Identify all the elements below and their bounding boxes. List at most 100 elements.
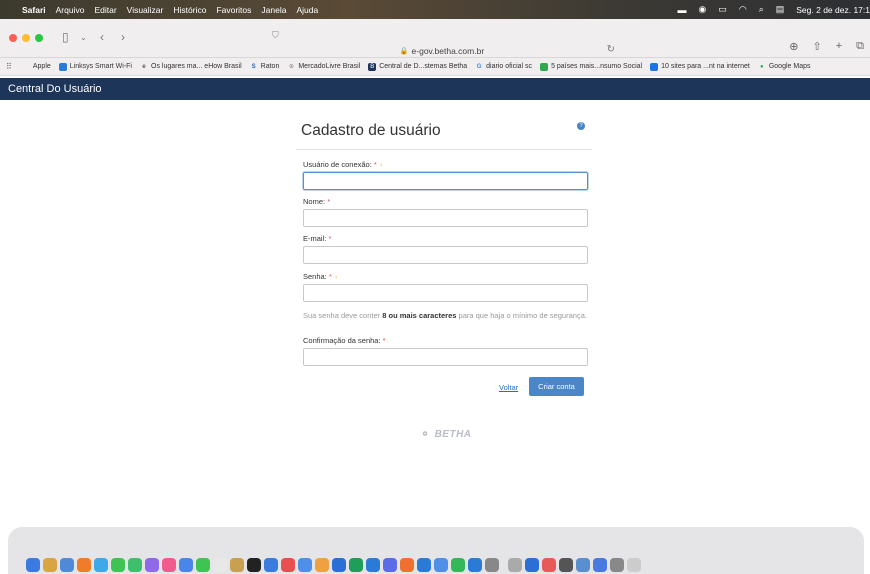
menu-clock[interactable]: Seg. 2 de dez. 17:1: [796, 5, 870, 15]
zoom-window-button[interactable]: [35, 34, 43, 42]
bookmark-item[interactable]: Linksys Smart Wi-Fi: [58, 62, 132, 71]
dock-app-icon[interactable]: [179, 558, 193, 572]
bookmark-item[interactable]: ● Google Maps: [758, 63, 810, 71]
dock-app-icon[interactable]: [298, 558, 312, 572]
forward-icon[interactable]: ›: [121, 30, 125, 44]
ehow-icon: e: [142, 63, 146, 70]
nome-input[interactable]: [303, 209, 588, 227]
menu-visualizar[interactable]: Visualizar: [127, 5, 164, 15]
bookmark-item[interactable]: e Os lugares ma... eHow Brasil: [140, 63, 241, 71]
menu-editar[interactable]: Editar: [94, 5, 116, 15]
menu-favoritos[interactable]: Favoritos: [216, 5, 251, 15]
dock-app-icon[interactable]: [349, 558, 363, 572]
dock-app-icon[interactable]: [162, 558, 176, 572]
notification-icon[interactable]: ▤: [776, 4, 785, 15]
dock-app-icon[interactable]: [60, 558, 74, 572]
tab-overview-icon[interactable]: ⧉: [856, 40, 864, 53]
dock-app-icon[interactable]: [94, 558, 108, 572]
dock-app-icon[interactable]: [128, 558, 142, 572]
dock-app-icon[interactable]: [196, 558, 210, 572]
control-center-icon[interactable]: ▬: [677, 5, 686, 15]
share-icon[interactable]: ⇧: [812, 40, 821, 53]
bookmark-item[interactable]: Gdiario oficial sc: [475, 63, 532, 71]
bookmark-item[interactable]: S Raton: [250, 63, 280, 71]
bookmarks-grid-icon[interactable]: ⠿: [6, 62, 12, 71]
chevron-down-icon[interactable]: ⌄: [80, 33, 87, 42]
usuario-input[interactable]: [303, 172, 588, 190]
bookmarks-bar: ⠿ Apple Linksys Smart Wi-Fi e Os lugares …: [0, 58, 870, 76]
voltar-link[interactable]: Voltar: [499, 383, 518, 392]
dock-app-icon[interactable]: [43, 558, 57, 572]
download-icon[interactable]: ⊕: [789, 40, 798, 53]
raton-icon: S: [251, 63, 256, 70]
back-icon[interactable]: ‹: [100, 30, 104, 44]
url-text: e-gov.betha.com.br: [411, 46, 485, 56]
address-bar[interactable]: 🔒 e-gov.betha.com.br ↻: [257, 38, 627, 56]
dock-app-icon[interactable]: [264, 558, 278, 572]
menu-janela[interactable]: Janela: [261, 5, 286, 15]
dock-app-icon[interactable]: [434, 558, 448, 572]
dock-app-icon[interactable]: [508, 558, 522, 572]
dock-app-icon[interactable]: [468, 558, 482, 572]
dock-app-icon[interactable]: [332, 558, 346, 572]
bookmark-item[interactable]: 10 sites para ...nt na internet: [650, 62, 750, 71]
bookmark-item[interactable]: B Central de D...stemas Betha: [368, 62, 467, 71]
dock-app-icon[interactable]: [542, 558, 556, 572]
site-title[interactable]: Central Do Usuário: [8, 83, 102, 95]
form-title: Cadastro de usuário: [301, 122, 441, 139]
key-icon: ♀: [333, 275, 339, 281]
dock-app-icon[interactable]: [525, 558, 539, 572]
dock-app-icon[interactable]: [559, 558, 573, 572]
help-icon[interactable]: ?: [577, 122, 585, 130]
lock-icon: 🔒: [399, 48, 409, 55]
macos-menu-bar: Safari Arquivo Editar Visualizar Históri…: [0, 0, 870, 19]
criar-conta-button[interactable]: Criar conta: [529, 377, 584, 396]
reload-icon[interactable]: ↻: [607, 44, 615, 55]
toolbar-right-actions: ⊕ ⇧ + ⧉: [789, 40, 864, 53]
apple-logo-icon: [22, 63, 30, 71]
battery-icon[interactable]: ▭: [718, 4, 727, 15]
dock-app-icon[interactable]: [400, 558, 414, 572]
dock-app-icon[interactable]: [247, 558, 261, 572]
dock-app-icon[interactable]: [485, 558, 499, 572]
confirmacao-input[interactable]: [303, 348, 588, 366]
menu-historico[interactable]: Histórico: [173, 5, 206, 15]
safari-toolbar: ▯ ⌄ ‹ › ⛉ 🔒 e-gov.betha.com.br ↻ ⊕ ⇧ + ⧉: [0, 19, 870, 58]
dock-app-icon[interactable]: [315, 558, 329, 572]
menu-arquivo[interactable]: Arquivo: [56, 5, 85, 15]
dock-app-icon[interactable]: [417, 558, 431, 572]
dock-app-icon[interactable]: [111, 558, 125, 572]
senha-label: Senha: * ♀: [303, 272, 339, 281]
minimize-window-button[interactable]: [22, 34, 30, 42]
dock-app-icon[interactable]: [576, 558, 590, 572]
dock-app-icon[interactable]: [26, 558, 40, 572]
dock-app-icon[interactable]: [281, 558, 295, 572]
menu-ajuda[interactable]: Ajuda: [296, 5, 318, 15]
bookmark-item[interactable]: Apple: [22, 63, 51, 71]
dock-app-icon[interactable]: [145, 558, 159, 572]
senha-input[interactable]: [303, 284, 588, 302]
menu-bar-status: ▬ ◉ ▭ ◠ ⌕ ▤ Seg. 2 de dez. 17:1: [677, 0, 870, 19]
user-icon[interactable]: ◉: [698, 4, 706, 15]
close-window-button[interactable]: [9, 34, 17, 42]
betha-favicon-icon: B: [368, 62, 377, 71]
dock-app-icon[interactable]: [77, 558, 91, 572]
dock-app-icon[interactable]: [230, 558, 244, 572]
wifi-icon[interactable]: ◠: [739, 4, 747, 15]
sidebar-toggle-icon[interactable]: ▯: [62, 30, 69, 44]
dock-app-icon[interactable]: [366, 558, 380, 572]
new-tab-icon[interactable]: +: [836, 40, 842, 53]
spotlight-search-icon[interactable]: ⌕: [759, 4, 764, 15]
dock-app-icon[interactable]: [627, 558, 641, 572]
bookmark-item[interactable]: ⊕ MercadoLivre Brasil: [287, 63, 360, 71]
dock-app-icon[interactable]: [593, 558, 607, 572]
window-controls: [9, 34, 43, 42]
email-input[interactable]: [303, 246, 588, 264]
bookmark-item[interactable]: 5 países mais...nsumo Social: [540, 62, 642, 71]
dock-icons: [26, 558, 641, 572]
dock-app-icon[interactable]: [383, 558, 397, 572]
menu-app-name[interactable]: Safari: [22, 5, 46, 15]
dock-app-icon[interactable]: [213, 558, 227, 572]
dock-app-icon[interactable]: [451, 558, 465, 572]
dock-app-icon[interactable]: [610, 558, 624, 572]
